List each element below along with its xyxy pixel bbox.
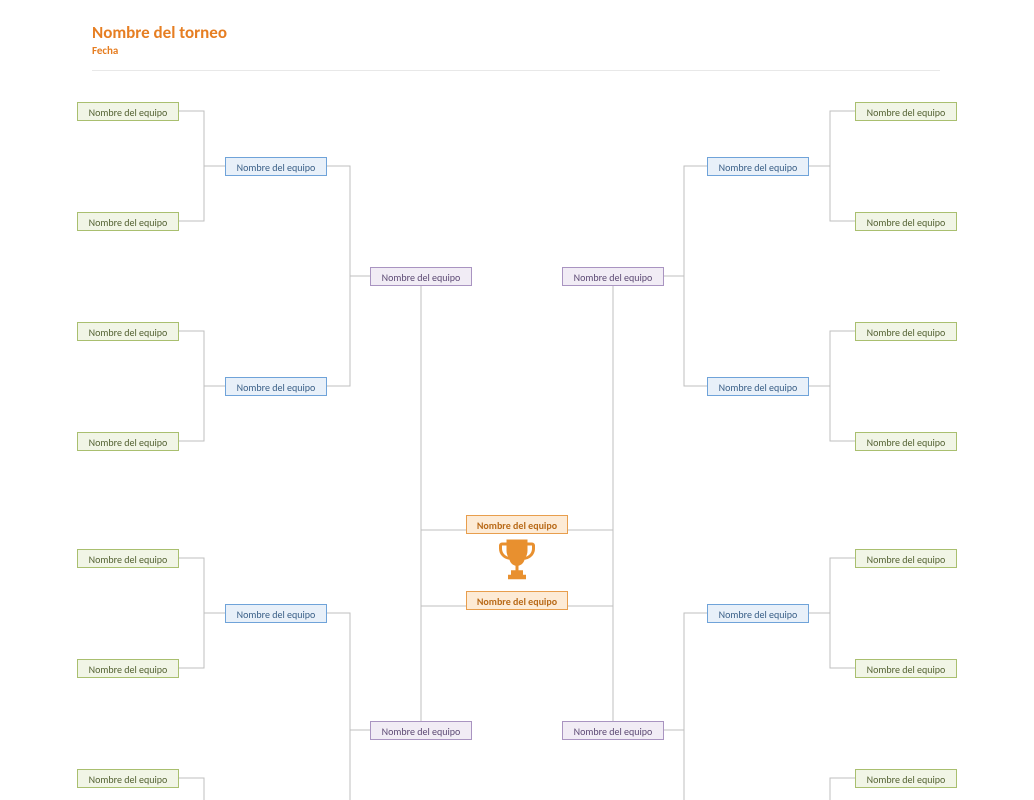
left-r3-team-2: Nombre del equipo <box>370 721 472 740</box>
left-r1-team-3: Nombre del equipo <box>77 322 179 341</box>
left-r2-team-1: Nombre del equipo <box>225 157 327 176</box>
left-r1-team-1: Nombre del equipo <box>77 102 179 121</box>
right-r1-team-1: Nombre del equipo <box>855 102 957 121</box>
right-r3-team-2: Nombre del equipo <box>562 721 664 740</box>
final-top: Nombre del equipo <box>466 515 568 534</box>
left-r3-team-1: Nombre del equipo <box>370 267 472 286</box>
left-r2-team-3: Nombre del equipo <box>225 604 327 623</box>
tournament-title: Nombre del torneo <box>92 22 227 43</box>
right-r2-team-2: Nombre del equipo <box>707 377 809 396</box>
right-r1-team-5: Nombre del equipo <box>855 549 957 568</box>
left-r1-team-6: Nombre del equipo <box>77 659 179 678</box>
left-r1-team-2: Nombre del equipo <box>77 212 179 231</box>
right-r2-team-3: Nombre del equipo <box>707 604 809 623</box>
left-r2-team-2: Nombre del equipo <box>225 377 327 396</box>
right-r1-team-7: Nombre del equipo <box>855 769 957 788</box>
header-divider <box>92 70 940 71</box>
right-r1-team-2: Nombre del equipo <box>855 212 957 231</box>
trophy-icon <box>493 535 541 583</box>
right-r3-team-1: Nombre del equipo <box>562 267 664 286</box>
final-bottom: Nombre del equipo <box>466 591 568 610</box>
right-r1-team-3: Nombre del equipo <box>855 322 957 341</box>
left-r1-team-4: Nombre del equipo <box>77 432 179 451</box>
tournament-date: Fecha <box>92 44 118 57</box>
right-r1-team-6: Nombre del equipo <box>855 659 957 678</box>
left-r1-team-5: Nombre del equipo <box>77 549 179 568</box>
right-r1-team-4: Nombre del equipo <box>855 432 957 451</box>
left-r1-team-7: Nombre del equipo <box>77 769 179 788</box>
right-r2-team-1: Nombre del equipo <box>707 157 809 176</box>
